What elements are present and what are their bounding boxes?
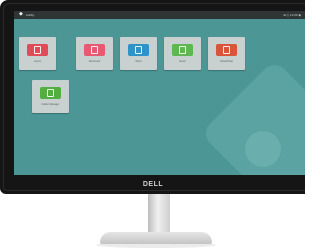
monitor-stand-neck	[148, 194, 170, 236]
app-logo-icon[interactable]: ◆	[19, 12, 24, 17]
powerpoint-icon	[223, 46, 230, 54]
tile-folder-manager[interactable]: Folder Manager	[32, 80, 69, 113]
wallpaper-circle	[245, 131, 281, 167]
dell-logo: DELL	[142, 181, 164, 188]
monitor-bezel: ◆ Lobby ⊞ ⎙ 12:00 ◉ Lorem Document Word …	[0, 0, 305, 194]
document-icon	[91, 46, 98, 54]
tile-caption: Word	[135, 60, 142, 63]
tile-word[interactable]: Word	[120, 37, 157, 70]
word-icon	[135, 46, 142, 54]
tile-caption: Document	[88, 60, 101, 63]
monitor-stand-base	[100, 232, 212, 244]
tile-document[interactable]: Document	[76, 37, 113, 70]
tile-caption: Folder Manager	[41, 103, 60, 106]
folder-icon	[47, 89, 54, 97]
tile-lorem[interactable]: Lorem	[19, 37, 56, 70]
tile-app-icon	[128, 44, 149, 56]
grid-icon	[34, 46, 41, 54]
desktop-screen: ◆ Lobby ⊞ ⎙ 12:00 ◉ Lorem Document Word …	[14, 11, 305, 175]
tile-app-icon	[84, 44, 105, 56]
top-bar: ◆ Lobby ⊞ ⎙ 12:00 ◉	[14, 11, 305, 19]
tile-app-icon	[216, 44, 237, 56]
tile-app-icon	[40, 87, 61, 99]
top-bar-label: Lobby	[26, 13, 35, 17]
tile-caption: Lorem	[33, 60, 42, 63]
tile-powerpoint[interactable]: PowerPoint	[208, 37, 245, 70]
tile-caption: Excel	[179, 60, 186, 63]
tile-app-icon	[172, 44, 193, 56]
tile-excel[interactable]: Excel	[164, 37, 201, 70]
excel-icon	[179, 46, 186, 54]
tile-caption: PowerPoint	[220, 60, 233, 63]
system-tray[interactable]: ⊞ ⎙ 12:00 ◉	[283, 13, 301, 17]
tile-app-icon	[27, 44, 48, 56]
